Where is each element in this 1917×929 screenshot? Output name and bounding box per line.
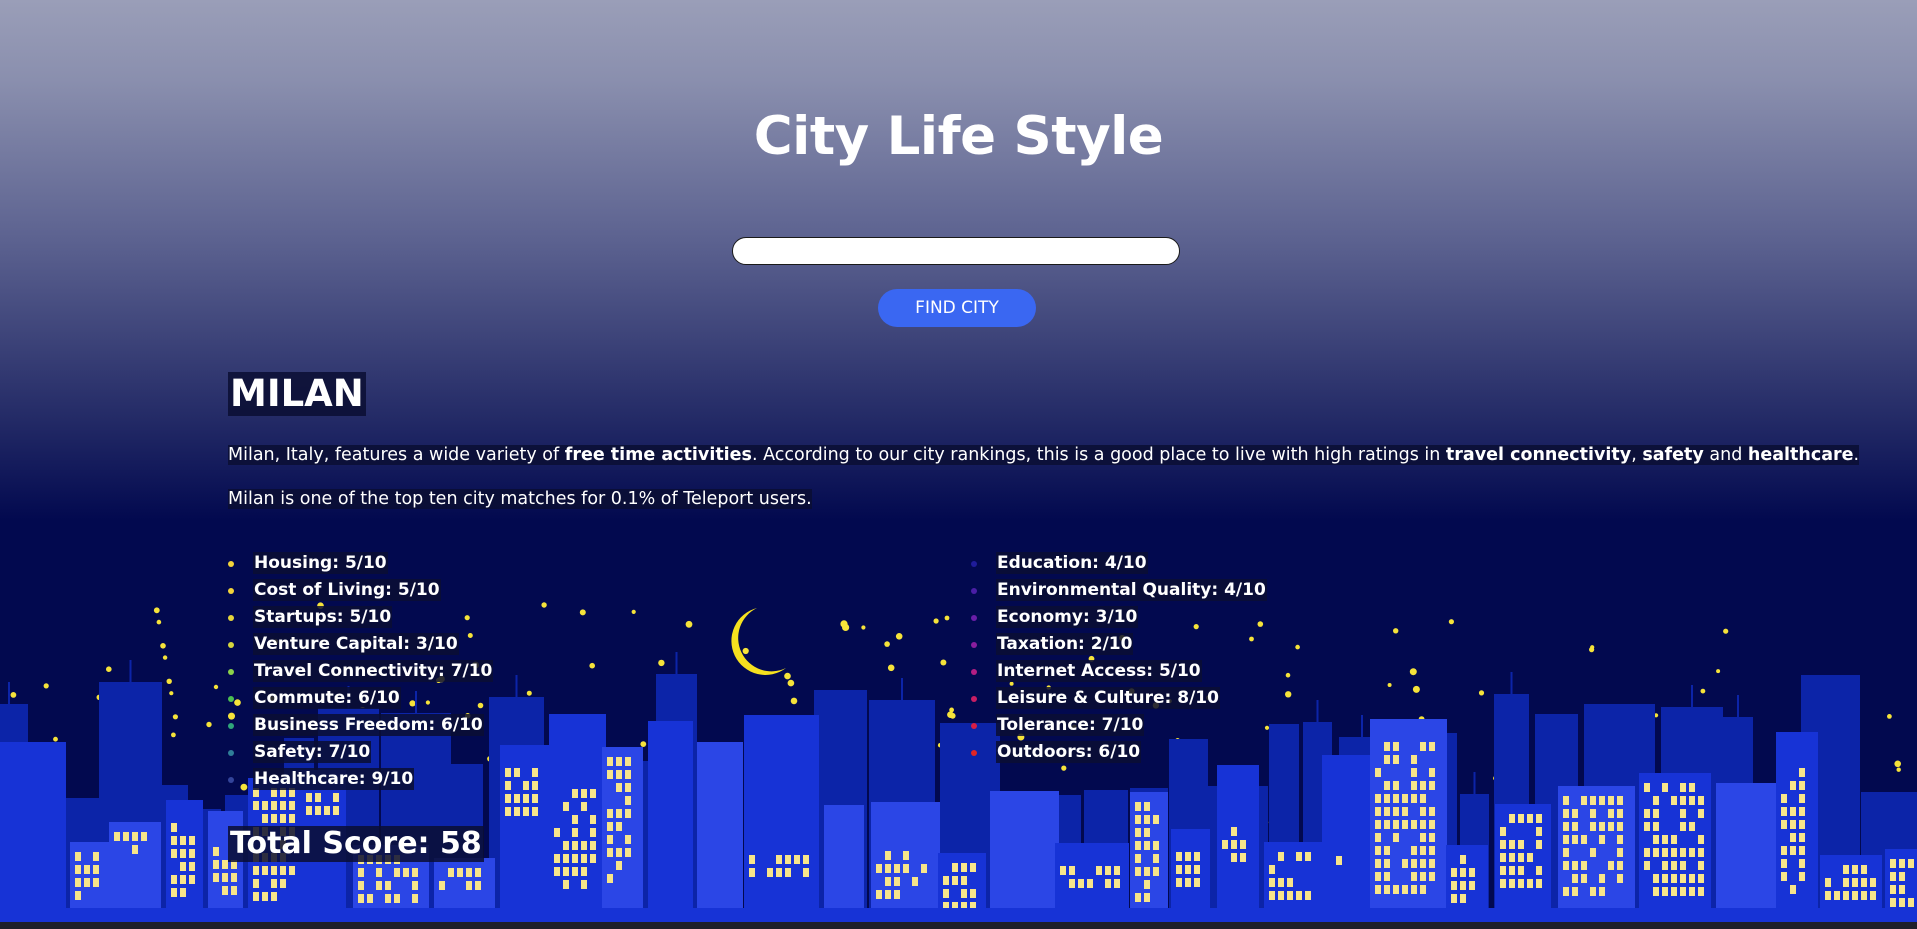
score-bullet — [971, 750, 977, 756]
teleport-note-text: Milan is one of the top ten city matches… — [228, 489, 812, 509]
scores-list-left: Housing: 5/10 Cost of Living: 5/10 Start… — [228, 550, 494, 793]
score-bullet — [971, 696, 977, 702]
total-score: Total Score: 58 — [228, 826, 484, 862]
city-name: MILAN — [228, 372, 366, 416]
city-summary: Milan, Italy, features a wide variety of… — [228, 442, 1860, 469]
score-item: Taxation: 2/10 — [971, 631, 1267, 658]
score-label: Outdoors: 6/10 — [996, 741, 1142, 763]
summary-text: . According to our city rankings, this i… — [751, 445, 1446, 465]
score-label: Leisure & Culture: 8/10 — [996, 687, 1220, 709]
score-label: Economy: 3/10 — [996, 606, 1139, 628]
score-label: Environmental Quality: 4/10 — [996, 579, 1267, 601]
summary-text: Milan, Italy, features a wide variety of — [228, 445, 565, 465]
score-label: Education: 4/10 — [996, 552, 1148, 574]
score-bullet — [971, 588, 977, 594]
score-bullet — [228, 642, 234, 648]
score-bullet — [228, 561, 234, 567]
score-label: Tolerance: 7/10 — [996, 714, 1145, 736]
score-bullet — [228, 588, 234, 594]
search-input[interactable] — [732, 237, 1180, 265]
score-label: Venture Capital: 3/10 — [253, 633, 459, 655]
score-item: Tolerance: 7/10 — [971, 712, 1267, 739]
score-label: Housing: 5/10 — [253, 552, 388, 574]
score-item: Commute: 6/10 — [228, 685, 493, 712]
summary-text: and — [1703, 445, 1748, 465]
score-bullet — [971, 642, 977, 648]
score-label: Travel Connectivity: 7/10 — [253, 660, 494, 682]
score-bullet — [228, 669, 234, 675]
score-item: Startups: 5/10 — [228, 604, 493, 631]
score-bullet — [228, 723, 234, 729]
score-label: Internet Access: 5/10 — [996, 660, 1202, 682]
score-item: Environmental Quality: 4/10 — [971, 577, 1267, 604]
score-bullet — [971, 669, 977, 675]
score-label: Startups: 5/10 — [253, 606, 393, 628]
page-title: City Life Style — [753, 106, 1164, 167]
summary-text: . — [1853, 445, 1860, 465]
score-item: Safety: 7/10 — [228, 739, 493, 766]
summary-highlight: travel connectivity — [1445, 445, 1632, 465]
score-item: Internet Access: 5/10 — [971, 658, 1267, 685]
score-item: Housing: 5/10 — [228, 550, 493, 577]
score-bullet — [228, 615, 234, 621]
summary-highlight: healthcare — [1747, 445, 1854, 465]
score-item: Leisure & Culture: 8/10 — [971, 685, 1267, 712]
score-item: Venture Capital: 3/10 — [228, 631, 493, 658]
score-bullet — [228, 750, 234, 756]
scores-list-right: Education: 4/10 Environmental Quality: 4… — [971, 550, 1267, 766]
teleport-note: Milan is one of the top ten city matches… — [228, 486, 812, 513]
score-item: Economy: 3/10 — [971, 604, 1267, 631]
summary-text: , — [1631, 445, 1643, 465]
summary-highlight: safety — [1642, 445, 1704, 465]
score-bullet — [971, 561, 977, 567]
score-label: Taxation: 2/10 — [996, 633, 1134, 655]
score-item: Outdoors: 6/10 — [971, 739, 1267, 766]
score-label: Business Freedom: 6/10 — [253, 714, 484, 736]
score-bullet — [971, 723, 977, 729]
score-bullet — [228, 696, 234, 702]
score-bullet — [971, 615, 977, 621]
score-item: Healthcare: 9/10 — [228, 766, 493, 793]
score-label: Safety: 7/10 — [253, 741, 372, 763]
score-label: Commute: 6/10 — [253, 687, 401, 709]
score-item: Education: 4/10 — [971, 550, 1267, 577]
score-bullet — [228, 777, 234, 783]
score-item: Travel Connectivity: 7/10 — [228, 658, 494, 685]
score-item: Business Freedom: 6/10 — [228, 712, 493, 739]
score-label: Cost of Living: 5/10 — [253, 579, 441, 601]
summary-highlight: free time activities — [564, 445, 752, 465]
find-city-button[interactable]: FIND CITY — [878, 289, 1036, 327]
score-label: Healthcare: 9/10 — [253, 768, 415, 790]
score-item: Cost of Living: 5/10 — [228, 577, 493, 604]
